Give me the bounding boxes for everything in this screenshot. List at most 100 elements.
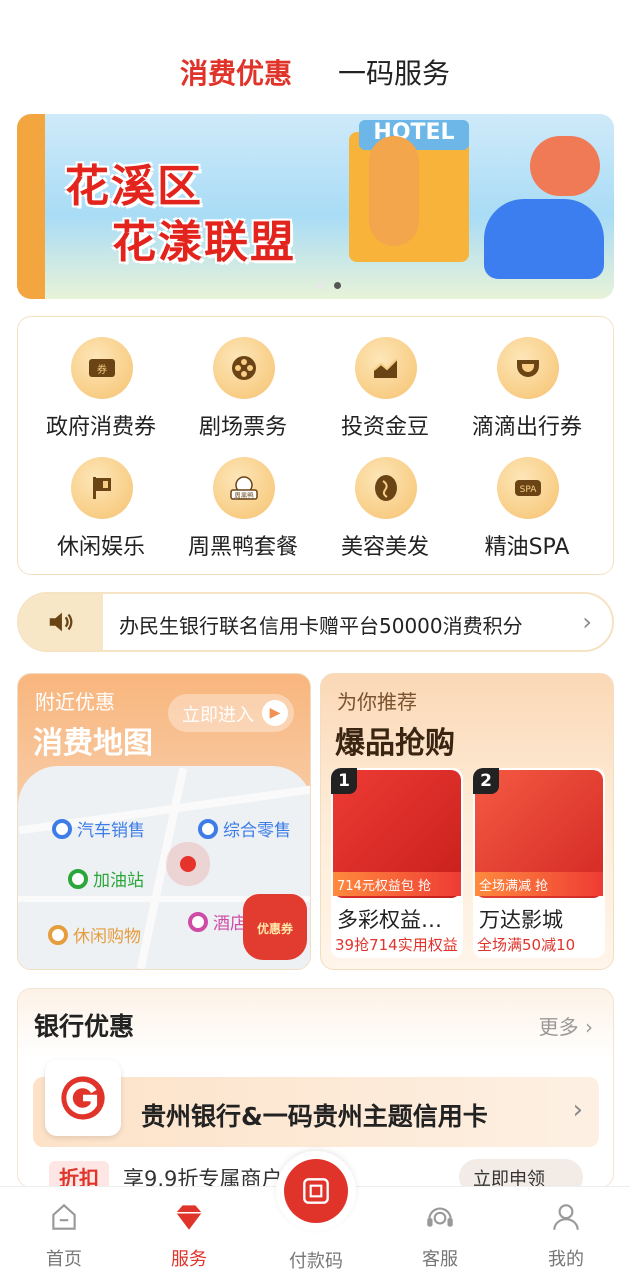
speaker-icon [19, 594, 103, 650]
nav-home[interactable]: 首页 [14, 1197, 114, 1271]
pagination-dot[interactable] [317, 282, 324, 289]
hot-deals-card: 为你推荐 爆品抢购 1 714元权益包 抢 多彩权益… 39抢714实用权益 2… [320, 673, 614, 970]
map-card-subtitle: 附近优惠 [35, 690, 115, 714]
banner-pagination [317, 280, 347, 292]
nav-label: 付款码 [289, 1251, 343, 1272]
play-arrow-icon: ▶ [262, 700, 288, 726]
grab-label: 抢 [417, 879, 431, 894]
current-location-dot [180, 856, 196, 872]
poi-label: 酒店 [213, 914, 247, 934]
service-label: 休闲娱乐 [56, 535, 145, 560]
qr-code-icon [284, 1159, 348, 1223]
poi-leisure-shopping[interactable]: 休闲购物 [48, 922, 141, 947]
service-theater-tickets[interactable]: 剧场票务 [173, 337, 313, 457]
nav-label: 我的 [548, 1249, 584, 1270]
bank-offer-text: 贵州银行&一码贵州主题信用卡 [141, 1102, 488, 1131]
pay-code-button[interactable] [276, 1151, 356, 1231]
poi-label: 综合零售 [223, 821, 291, 841]
face-icon [355, 457, 417, 519]
service-leisure[interactable]: 休闲娱乐 [31, 457, 171, 577]
poi-gas-station[interactable]: 加油站 [68, 866, 144, 891]
map-road [136, 767, 188, 969]
service-label: 剧场票务 [198, 415, 287, 440]
chevron-right-icon: › [585, 1015, 593, 1039]
nav-service[interactable]: 服务 [139, 1197, 239, 1271]
service-label: 精油SPA [484, 535, 570, 560]
map-pin-icon [48, 924, 68, 945]
promo-banner[interactable]: HOTEL 花溪区 花漾联盟 [17, 114, 614, 299]
chart-icon [355, 337, 417, 399]
banner-girl-illustration [369, 136, 419, 246]
service-zhouheiya-combo[interactable]: 周黑鸭 周黑鸭套餐 [173, 457, 313, 577]
service-label: 滴滴出行券 [471, 415, 582, 440]
deal-name: 万达影城 [479, 908, 563, 932]
map-pin-icon [68, 868, 88, 889]
enter-map-button[interactable]: 立即进入 ▶ [168, 694, 294, 732]
deal-name: 多彩权益… [337, 908, 442, 932]
consumption-map-card[interactable]: 附近优惠 消费地图 立即进入 ▶ 汽车销售 综合零售 加油站 休闲购物 酒店 优… [17, 673, 311, 970]
deal-tag: 全场满减 抢 [475, 872, 603, 896]
poi-car-sales[interactable]: 汽车销售 [52, 816, 145, 841]
svg-text:SPA: SPA [520, 485, 538, 495]
service-essential-oil-spa[interactable]: SPA 精油SPA [457, 457, 597, 577]
service-label: 美容美发 [340, 535, 429, 560]
deal-rank-badge: 1 [331, 768, 357, 794]
service-label: 投资金豆 [340, 415, 429, 440]
coupon-bag-icon[interactable]: 优惠券 [243, 894, 307, 960]
top-tabs: 消费优惠 一码服务 [0, 40, 630, 137]
service-government-voucher[interactable]: 券 政府消费券 [31, 337, 171, 457]
nav-mine[interactable]: 我的 [516, 1197, 616, 1271]
banner-decoration [17, 114, 45, 299]
nav-label: 客服 [422, 1249, 458, 1270]
service-beauty-salon[interactable]: 美容美发 [315, 457, 455, 577]
user-icon [546, 1197, 586, 1237]
rec-card-subtitle: 为你推荐 [337, 690, 417, 714]
deal-description: 全场满50减10 [477, 936, 576, 954]
map-pin-icon [198, 818, 218, 839]
deal-description: 39抢714实用权益 [335, 936, 458, 954]
more-label: 更多 [538, 1015, 579, 1039]
poi-label: 汽车销售 [77, 821, 145, 841]
nav-label: 服务 [171, 1249, 207, 1270]
deal-rank-badge: 2 [473, 768, 499, 794]
ticket-icon: 券 [71, 337, 133, 399]
deal-item[interactable]: 1 714元权益包 抢 多彩权益… 39抢714实用权益 [331, 768, 463, 958]
bank-offer-row[interactable]: 贵州银行&一码贵州主题信用卡 › [33, 1060, 599, 1147]
deal-tag-text: 714元权益包 [337, 879, 414, 894]
banner-cake-illustration [530, 136, 600, 196]
chevron-right-icon: › [582, 608, 592, 636]
chevron-right-icon: › [572, 1095, 583, 1125]
nav-label: 首页 [46, 1249, 82, 1270]
rec-card-title: 爆品抢购 [335, 726, 455, 761]
bottom-navigation: 首页 服务 付款码 客服 我的 [0, 1151, 630, 1280]
home-icon [44, 1197, 84, 1237]
bank-offers-title: 银行优惠 [34, 1012, 135, 1041]
map-pin-icon [52, 818, 72, 839]
banner-title-line2: 花漾联盟 [112, 217, 296, 268]
tab-consumer-discounts[interactable]: 消费优惠 [180, 52, 292, 92]
svg-text:周黑鸭: 周黑鸭 [234, 491, 254, 500]
app-root: 消费优惠 一码服务 HOTEL 花溪区 花漾联盟 券 政府消费券 剧场票务 投资… [0, 0, 630, 1280]
service-investment-beans[interactable]: 投资金豆 [315, 337, 455, 457]
film-reel-icon [213, 337, 275, 399]
service-didi-voucher[interactable]: 滴滴出行券 [457, 337, 597, 457]
poi-general-retail[interactable]: 综合零售 [198, 816, 291, 841]
map-card-title: 消费地图 [33, 726, 153, 761]
banner-car-illustration [484, 199, 604, 279]
nav-customer-service[interactable]: 客服 [390, 1197, 490, 1271]
bank-more-link[interactable]: 更多 › [539, 1011, 593, 1040]
map-pin-icon [188, 911, 208, 932]
pagination-dot-active[interactable] [334, 282, 341, 289]
banner-title-line1: 花溪区 [65, 161, 203, 212]
poi-hotel[interactable]: 酒店 [188, 909, 247, 934]
service-label: 周黑鸭套餐 [187, 535, 298, 560]
enter-map-label: 立即进入 [182, 705, 254, 726]
tab-one-code-service[interactable]: 一码服务 [338, 52, 450, 92]
deal-tag-text: 全场满减 [479, 879, 532, 894]
guizhou-bank-logo-icon [45, 1060, 121, 1136]
announcement-text: 办民生银行联名信用卡赠平台50000消费积分 [119, 614, 523, 638]
poi-label: 加油站 [93, 871, 144, 891]
headset-icon [420, 1197, 460, 1237]
announcement-bar[interactable]: 办民生银行联名信用卡赠平台50000消费积分 › [17, 592, 614, 652]
deal-item[interactable]: 2 全场满减 抢 万达影城 全场满50减10 [473, 768, 605, 958]
